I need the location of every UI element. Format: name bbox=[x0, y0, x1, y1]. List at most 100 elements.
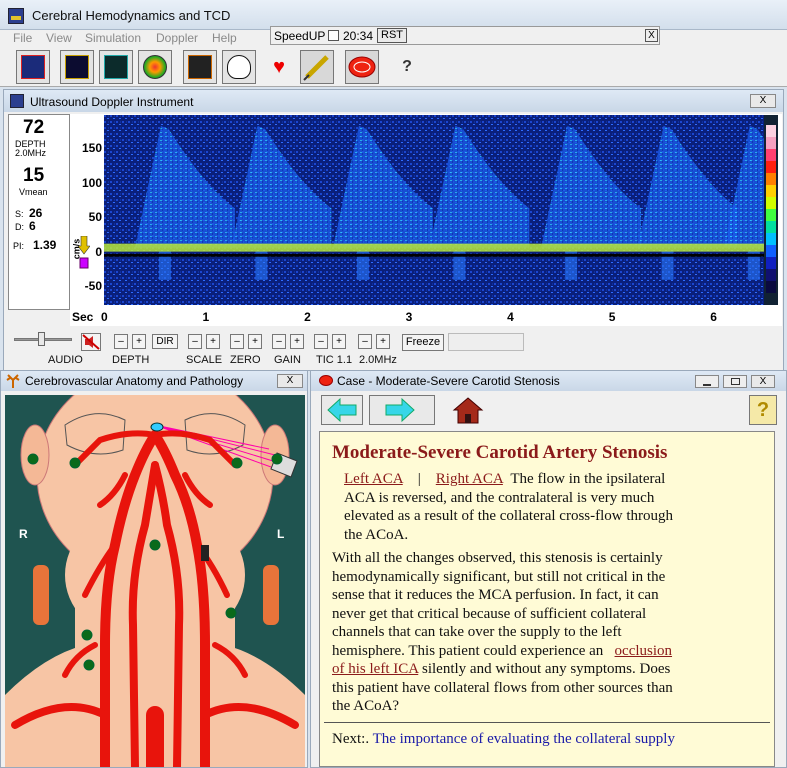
anatomy-window-icon bbox=[6, 374, 20, 388]
depth-minus-button[interactable]: – bbox=[114, 334, 128, 349]
p2-line-3: sense that it reduces the MCA perfusion.… bbox=[332, 587, 659, 603]
maximize-button[interactable] bbox=[723, 375, 747, 388]
waveform-icon bbox=[65, 55, 89, 79]
case-title: Case - Moderate-Severe Carotid Stenosis bbox=[337, 374, 560, 388]
p2-line-5: channels that can take over the supply t… bbox=[332, 624, 622, 640]
app-title: Cerebral Hemodynamics and TCD bbox=[32, 8, 231, 23]
stenosis-marker bbox=[201, 545, 209, 561]
systolic-value: 26 bbox=[29, 206, 43, 220]
paragraph-2: With all the changes observed, this sten… bbox=[332, 549, 772, 716]
divider bbox=[324, 722, 770, 723]
syringe-button[interactable] bbox=[300, 50, 334, 84]
occlusion-link[interactable]: occlusion bbox=[615, 643, 673, 659]
brain-map-button[interactable] bbox=[138, 50, 172, 84]
frequency-value: 2.0MHz bbox=[15, 148, 47, 158]
anatomy-close-button[interactable]: X bbox=[277, 374, 303, 388]
waveform-view-button[interactable] bbox=[60, 50, 94, 84]
menu-view[interactable]: View bbox=[46, 31, 72, 45]
next-row: Next:. The importance of evaluating the … bbox=[332, 730, 772, 749]
scale-plus-button[interactable]: + bbox=[206, 334, 220, 349]
occlusion-link-continued[interactable]: of his left ICA bbox=[332, 661, 418, 677]
depth-control-label: DEPTH bbox=[112, 354, 150, 366]
depth-plus-button[interactable]: + bbox=[132, 334, 146, 349]
reset-button[interactable]: RST bbox=[377, 28, 407, 43]
case-heading: Moderate-Severe Carotid Artery Stenosis bbox=[332, 442, 668, 463]
anatomy-illustration[interactable]: R L bbox=[5, 395, 305, 767]
direction-button[interactable]: DIR bbox=[152, 334, 178, 349]
toolbar: ♥ ? bbox=[0, 47, 787, 87]
forward-button[interactable] bbox=[369, 395, 435, 425]
scale-minus-button[interactable]: – bbox=[188, 334, 202, 349]
scale-label: SCALE bbox=[186, 354, 223, 366]
right-aca-link[interactable]: Right ACA bbox=[436, 471, 503, 487]
p2-line-2: hemodynamically significant, but still n… bbox=[332, 568, 666, 585]
paragraph-1: Left ACA | Right ACA The flow in the ips… bbox=[344, 470, 764, 544]
heart-icon[interactable]: ♥ bbox=[262, 50, 296, 84]
record-icon bbox=[348, 56, 376, 78]
case-content: Moderate-Severe Carotid Artery Stenosis … bbox=[319, 431, 775, 767]
syringe-icon bbox=[303, 55, 329, 81]
arrow-right-icon bbox=[385, 397, 415, 423]
baseline-band bbox=[104, 243, 764, 252]
zero-label: ZERO bbox=[230, 354, 261, 366]
menu-file[interactable]: File bbox=[13, 31, 32, 45]
case-close-button[interactable]: X bbox=[751, 375, 775, 388]
p2-line-6: hemisphere. This patient could experienc… bbox=[332, 642, 604, 659]
x-tick-label: 2 bbox=[304, 310, 311, 324]
audio-slider-thumb[interactable] bbox=[38, 332, 45, 346]
colorbar-swatch bbox=[766, 221, 776, 233]
gain-label: GAIN bbox=[274, 354, 301, 366]
gain-plus-button[interactable]: + bbox=[290, 334, 304, 349]
right-side-label: R bbox=[19, 527, 28, 541]
left-aca-link[interactable]: Left ACA bbox=[344, 471, 403, 487]
monitor-view-button[interactable] bbox=[99, 50, 133, 84]
speedup-close-button[interactable]: X bbox=[645, 29, 658, 42]
freeze-button[interactable]: Freeze bbox=[402, 334, 444, 351]
depth-value: 72 bbox=[23, 117, 45, 138]
p1-line-4: the ACoA. bbox=[344, 526, 409, 543]
menu-help[interactable]: Help bbox=[212, 31, 237, 45]
colorbar-swatch bbox=[766, 245, 776, 257]
gain-minus-button[interactable]: – bbox=[272, 334, 286, 349]
doppler-controls: AUDIO – + DEPTH DIR – + SCALE – + ZERO –… bbox=[8, 330, 784, 370]
minimize-button[interactable] bbox=[695, 375, 719, 388]
doppler-close-button[interactable]: X bbox=[750, 94, 776, 108]
pi-label: PI: bbox=[13, 241, 25, 251]
circle-of-willis-icon bbox=[188, 55, 212, 79]
x-tick-label: 6 bbox=[710, 310, 717, 324]
mute-button[interactable] bbox=[81, 333, 101, 351]
freq-minus-button[interactable]: – bbox=[358, 334, 372, 349]
anatomy-titlebar: Cerebrovascular Anatomy and Pathology X bbox=[1, 371, 307, 391]
p2-line-1: With all the changes observed, this sten… bbox=[332, 550, 663, 566]
tic-minus-button[interactable]: – bbox=[314, 334, 328, 349]
home-button[interactable] bbox=[451, 395, 485, 425]
y-tick-0: 0 bbox=[95, 245, 102, 259]
home-icon bbox=[452, 397, 484, 424]
doppler-window-icon bbox=[10, 94, 24, 108]
doppler-window: Ultrasound Doppler Instrument X 72 DEPTH… bbox=[3, 89, 784, 371]
skull-button[interactable] bbox=[222, 50, 256, 84]
freq-plus-button[interactable]: + bbox=[376, 334, 390, 349]
spectrum-view-button[interactable] bbox=[16, 50, 50, 84]
mute-icon bbox=[82, 334, 100, 350]
systolic-label: S: bbox=[15, 209, 24, 219]
tic-plus-button[interactable]: + bbox=[332, 334, 346, 349]
speedup-checkbox[interactable] bbox=[328, 30, 339, 41]
menu-simulation[interactable]: Simulation bbox=[85, 31, 141, 45]
colorbar-swatch bbox=[766, 197, 776, 209]
zero-plus-button[interactable]: + bbox=[248, 334, 262, 349]
next-topic-link[interactable]: The importance of evaluating the collate… bbox=[373, 731, 675, 747]
colorbar-swatch bbox=[766, 161, 776, 173]
case-help-button[interactable]: ? bbox=[749, 395, 777, 425]
tic-label: TIC 1.1 bbox=[316, 354, 353, 366]
record-button[interactable] bbox=[345, 50, 379, 84]
help-button[interactable]: ? bbox=[390, 50, 424, 84]
circle-of-willis-button[interactable] bbox=[183, 50, 217, 84]
back-button[interactable] bbox=[321, 395, 363, 425]
colorbar-swatch bbox=[766, 125, 776, 137]
colorbar-swatch bbox=[766, 209, 776, 221]
menu-doppler[interactable]: Doppler bbox=[156, 31, 198, 45]
p2-after-link: silently and without any symptoms. Does bbox=[422, 661, 671, 677]
zero-minus-button[interactable]: – bbox=[230, 334, 244, 349]
doppler-spectrogram[interactable] bbox=[104, 115, 778, 305]
